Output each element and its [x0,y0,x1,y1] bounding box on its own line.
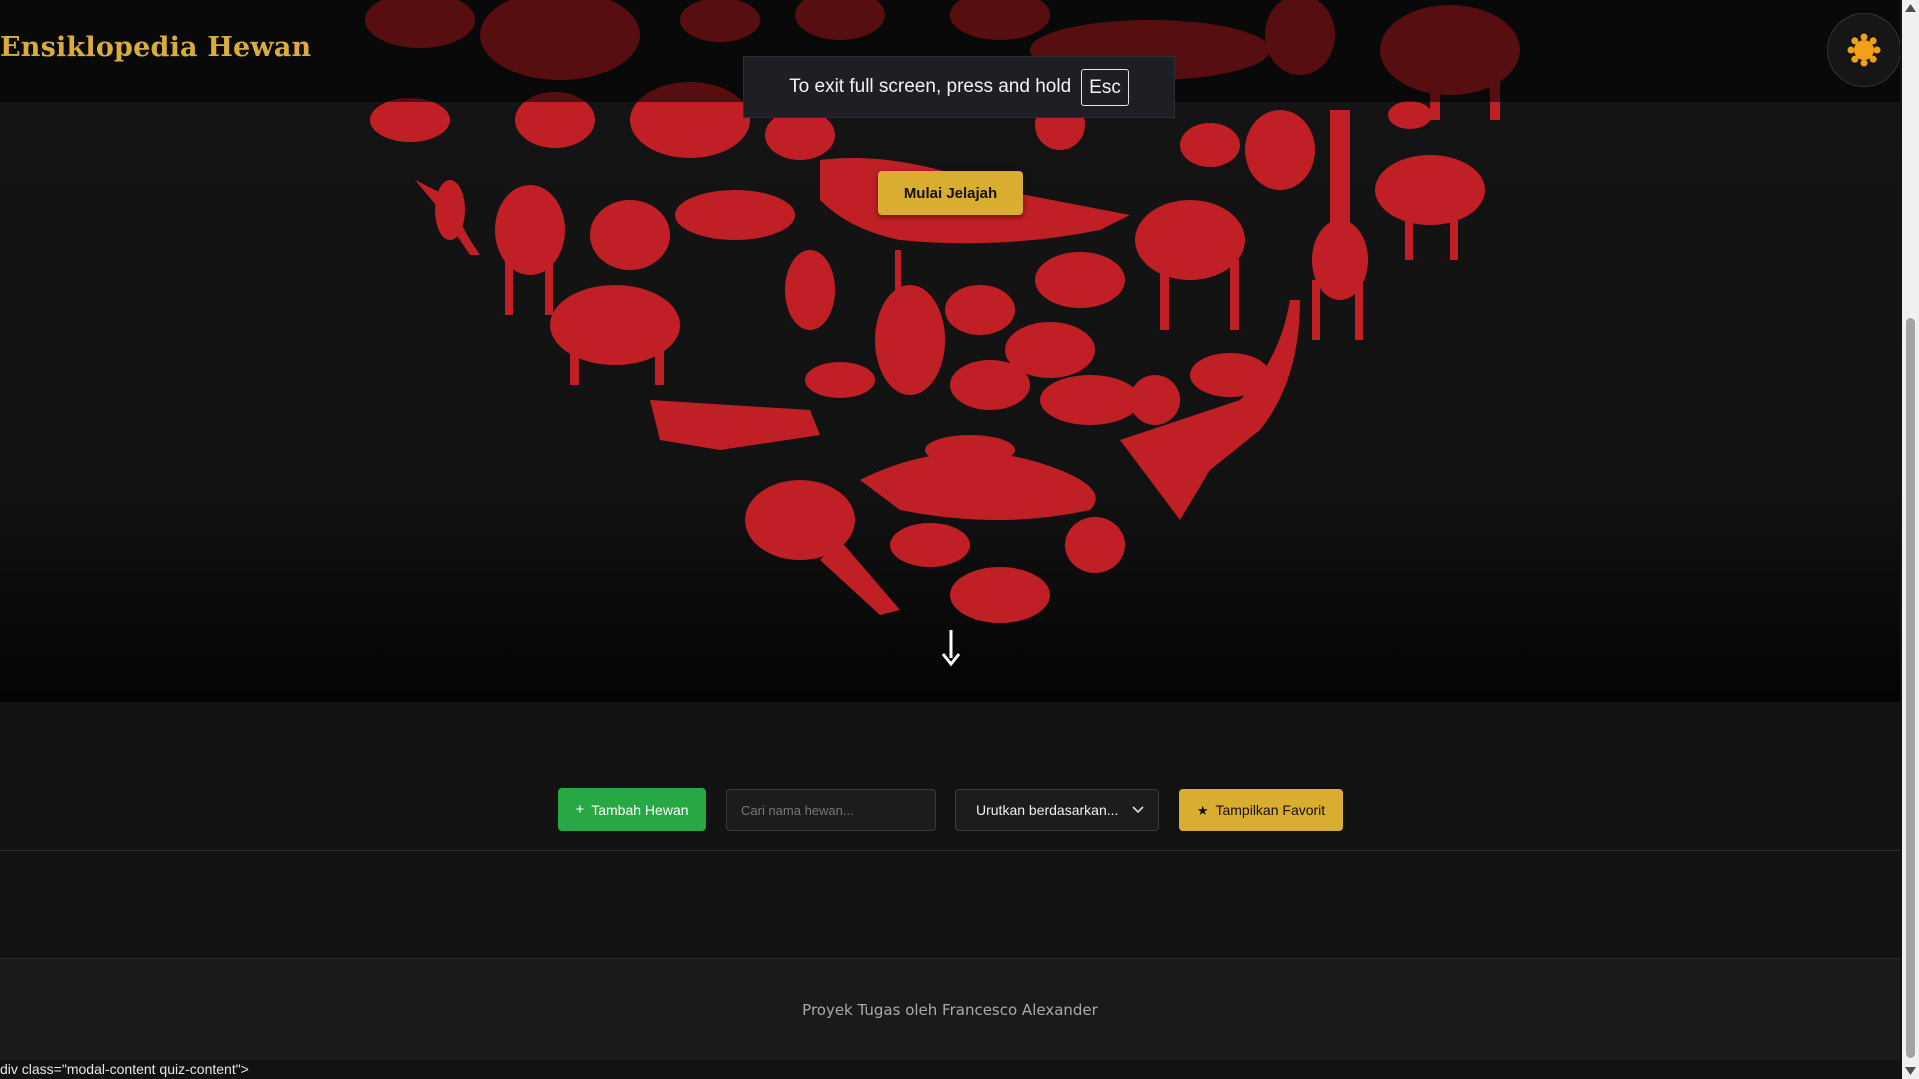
site-title[interactable]: Ensiklopedia Hewan [0,32,311,63]
footer: Proyek Tugas oleh Francesco Alexander [0,959,1900,1060]
toolbar-row [0,702,1900,851]
search-input[interactable] [726,789,936,831]
show-favorites-label: Tampilkan Favorit [1215,802,1326,818]
footer-credit: Proyek Tugas oleh Francesco Alexander [802,1000,1098,1019]
theme-toggle-button[interactable] [1827,13,1900,87]
fullscreen-notice-text: To exit full screen, press and hold [789,76,1072,97]
add-animal-button[interactable]: + Tambah Hewan [558,788,706,831]
animal-list-area [0,851,1900,959]
star-icon: ★ [1196,802,1209,818]
sort-select-label: Urutkan berdasarkan... [976,802,1119,818]
sun-icon [1847,33,1881,67]
fullscreen-notice: To exit full screen, press and hold Esc [743,56,1175,118]
esc-key-badge: Esc [1081,68,1129,106]
sort-select[interactable]: Urutkan berdasarkan... [955,789,1159,831]
plus-icon: + [575,801,585,818]
show-favorites-button[interactable]: ★ Tampilkan Favorit [1179,789,1343,831]
scrollbar-thumb[interactable] [1906,318,1915,1058]
arrow-down-icon[interactable] [940,628,962,668]
start-explore-button[interactable]: Mulai Jelajah [878,171,1023,215]
page-scrollbar[interactable] [1902,0,1919,1079]
add-animal-label: Tambah Hewan [591,801,689,818]
chevron-down-icon [1132,806,1144,814]
scroll-up-arrow-icon[interactable] [1905,3,1916,13]
status-bar: div class="modal-content quiz-content"> [0,1060,1900,1079]
scroll-down-arrow-icon[interactable] [1905,1066,1916,1076]
